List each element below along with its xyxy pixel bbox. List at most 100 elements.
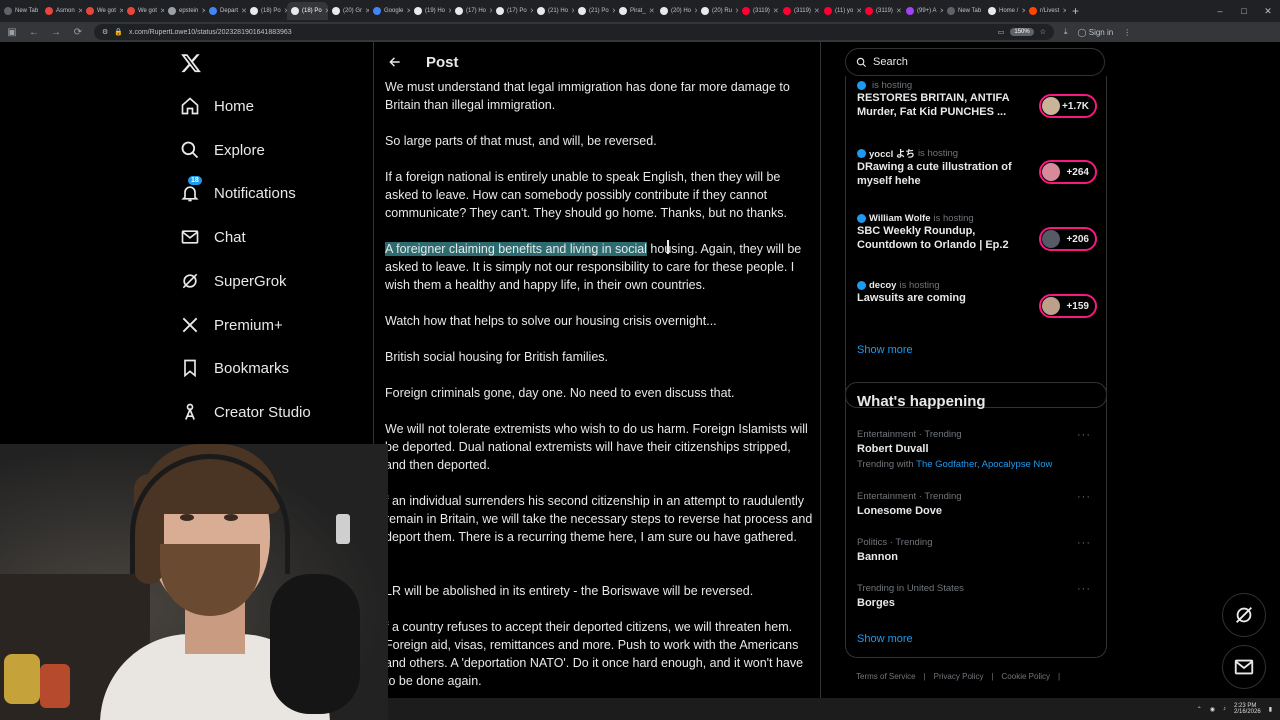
more-options-icon[interactable]: ···: [1077, 491, 1091, 503]
nav-item-notifications[interactable]: 18 Notifications: [180, 176, 296, 203]
live-show-more-link[interactable]: Show more: [857, 344, 913, 356]
nav-item-chat[interactable]: Chat: [180, 227, 246, 247]
network-icon[interactable]: ◉: [1210, 706, 1215, 713]
back-icon[interactable]: ←: [28, 27, 40, 38]
browser-tab[interactable]: (20) Ho ✕: [656, 2, 697, 20]
browser-tab[interactable]: We got ✕: [82, 2, 123, 20]
browser-tab[interactable]: Home / ✕: [984, 2, 1025, 20]
webcam-overlay: [0, 444, 388, 720]
live-listeners-pill[interactable]: +1.7K: [1039, 94, 1097, 118]
back-arrow-icon[interactable]: [388, 55, 402, 69]
site-info-icon[interactable]: ⚙: [102, 28, 108, 36]
live-listeners-pill[interactable]: +159: [1039, 294, 1097, 318]
reload-icon[interactable]: ⟳: [72, 27, 84, 38]
browser-tab[interactable]: (18) Po ✕: [287, 2, 328, 20]
more-options-icon[interactable]: ···: [1077, 537, 1091, 549]
menu-icon[interactable]: ⋮: [1123, 28, 1131, 37]
browser-tab[interactable]: (11) yo ✕: [820, 2, 861, 20]
notification-icon[interactable]: ▮: [1269, 706, 1272, 713]
live-listeners-pill[interactable]: +264: [1039, 160, 1097, 184]
cast-icon[interactable]: ▭: [998, 28, 1005, 36]
nav-item-bookmarks[interactable]: Bookmarks: [180, 358, 289, 378]
nav-item-supergrok[interactable]: SuperGrok: [180, 271, 287, 291]
browser-tab[interactable]: New Tab✕: [0, 2, 41, 20]
live-listeners-pill[interactable]: +206: [1039, 227, 1097, 251]
browser-tab[interactable]: (20) Gr ✕: [328, 2, 369, 20]
tab-label: (11) yo: [835, 8, 854, 14]
post-title: Post: [426, 53, 459, 71]
browser-tab[interactable]: (18) Po ✕: [246, 2, 287, 20]
browser-tab[interactable]: (17) Ho ✕: [451, 2, 492, 20]
trend-item[interactable]: Trending in United States Borges ···: [857, 583, 1097, 609]
forward-icon[interactable]: →: [50, 27, 62, 38]
browser-tab[interactable]: (20) Ru ✕: [697, 2, 738, 20]
url-text[interactable]: x.com/RupertLowe10/status/20232819016418…: [129, 29, 992, 36]
browser-tab[interactable]: (17) Po ✕: [492, 2, 533, 20]
post-paragraph: f an individual surrenders his second ci…: [385, 494, 813, 544]
minimize-icon[interactable]: –: [1208, 6, 1232, 16]
trend-item[interactable]: Politics · Trending Bannon ···: [857, 537, 1097, 563]
trend-related-links[interactable]: The Godfather, Apocalypse Now: [916, 459, 1052, 470]
tab-favicon-icon: [209, 7, 217, 15]
browser-tab[interactable]: (3119) ✕: [861, 2, 902, 20]
tab-close-icon[interactable]: ✕: [649, 7, 655, 15]
grok-fab-button[interactable]: [1222, 593, 1266, 637]
sign-in-button[interactable]: ◯ Sign in: [1078, 28, 1114, 37]
live-host: is hosting: [857, 80, 1097, 91]
x-logo-icon[interactable]: [180, 52, 202, 74]
close-window-icon[interactable]: ✕: [1256, 6, 1280, 17]
browser-tab[interactable]: epstein ✕: [164, 2, 205, 20]
tab-close-icon[interactable]: ✕: [773, 7, 779, 15]
nav-item-home[interactable]: Home: [180, 96, 254, 116]
trend-item[interactable]: Entertainment · Trending Lonesome Dove ···: [857, 491, 1097, 517]
browser-tab[interactable]: Asmon ✕: [41, 2, 82, 20]
tab-close-icon[interactable]: ✕: [814, 7, 820, 15]
search-input[interactable]: Search: [845, 48, 1105, 76]
maximize-icon[interactable]: □: [1232, 6, 1256, 16]
more-options-icon[interactable]: ···: [1077, 583, 1091, 595]
nav-item-explore[interactable]: Explore: [180, 140, 265, 160]
browser-tab[interactable]: (21) Ho ✕: [533, 2, 574, 20]
tab-close-icon[interactable]: ✕: [896, 7, 902, 15]
new-tab-button[interactable]: +: [1066, 4, 1085, 18]
url-bar[interactable]: ⚙ 🔒 x.com/RupertLowe10/status/2023281901…: [94, 24, 1054, 40]
trend-item[interactable]: Entertainment · Trending Robert Duvall ···…: [857, 429, 1097, 470]
more-options-icon[interactable]: ···: [1077, 429, 1091, 441]
trend-name: Borges: [857, 597, 895, 609]
star-icon[interactable]: ☆: [1040, 28, 1046, 36]
tab-search-icon[interactable]: ▣: [6, 27, 18, 38]
live-space-item[interactable]: yoccl よち is hosting DRawing a cute illustr…: [857, 146, 1097, 188]
trends-show-more-link[interactable]: Show more: [857, 633, 913, 645]
browser-tab[interactable]: Depart ✕: [205, 2, 246, 20]
live-space-item[interactable]: is hosting RESTORES BRITAIN, ANTIFA Murde…: [857, 80, 1097, 119]
notification-badge: 18: [188, 176, 202, 185]
footer-link[interactable]: Cookie Policy: [1002, 672, 1050, 681]
browser-tab[interactable]: (21) Po ✕: [574, 2, 615, 20]
browser-tab[interactable]: Google ✕: [369, 2, 410, 20]
nav-item-label: SuperGrok: [214, 272, 287, 290]
tab-label: (3119): [876, 8, 893, 14]
browser-tab[interactable]: (3119) ✕: [779, 2, 820, 20]
tab-favicon-icon: [537, 7, 545, 15]
footer-link[interactable]: Privacy Policy: [934, 672, 984, 681]
zoom-level[interactable]: 150%: [1010, 28, 1034, 36]
browser-tab[interactable]: (19) Ho ✕: [410, 2, 451, 20]
tray-icon[interactable]: ⌃: [1197, 706, 1202, 713]
browser-tab[interactable]: New Tab✕: [943, 2, 984, 20]
messages-fab-button[interactable]: [1222, 645, 1266, 689]
browser-tab[interactable]: r/Livest ✕: [1025, 2, 1066, 20]
download-icon[interactable]: ⤓: [1064, 27, 1068, 37]
clock[interactable]: 2:23 PM 2/16/2026: [1234, 703, 1261, 715]
tab-favicon-icon: [250, 7, 258, 15]
nav-item-premium[interactable]: Premium+: [180, 315, 283, 335]
footer-link[interactable]: Terms of Service: [856, 672, 916, 681]
browser-tab[interactable]: Pirat_ ✕: [615, 2, 656, 20]
volume-icon[interactable]: ♪: [1223, 706, 1226, 712]
nav-item-creator-studio[interactable]: Creator Studio: [180, 402, 311, 422]
live-space-item[interactable]: decoy is hosting Lawsuits are coming +159: [857, 280, 1097, 318]
browser-tab[interactable]: We got ✕: [123, 2, 164, 20]
live-space-item[interactable]: William Wolfe is hosting SBC Weekly Roundu…: [857, 213, 1097, 252]
browser-tab[interactable]: (99+) A ✕: [902, 2, 943, 20]
tab-label: (99+) A: [917, 8, 937, 14]
browser-tab[interactable]: (3119) ✕: [738, 2, 779, 20]
